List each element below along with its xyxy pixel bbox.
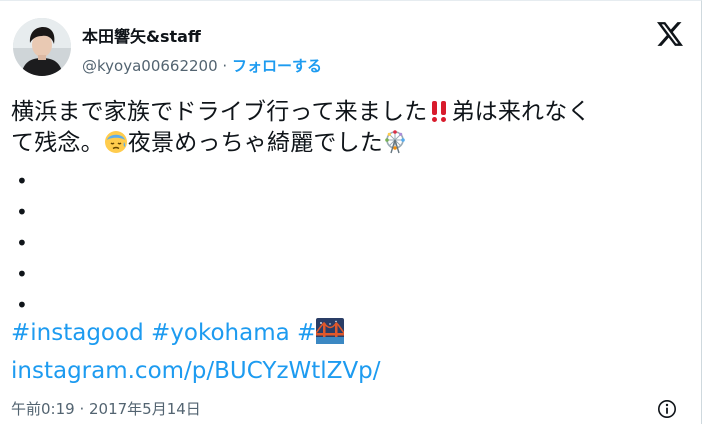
bullet-item: • (16, 200, 28, 224)
bullet-item: • (16, 262, 28, 286)
tweet-line2-text: て残念。 (11, 130, 104, 156)
bridge-at-night-emoji (316, 318, 345, 344)
tweet-line2-continued: 夜景めっちゃ綺麗でした (127, 130, 384, 156)
tweet-card: 本田響矢&staff @kyoya00662200 · フォローする 横浜まで家… (0, 0, 702, 424)
tweet-timestamp[interactable]: 午前0:19 · 2017年5月14日 (11, 399, 201, 419)
author-handle-line: @kyoya00662200 · フォローする (82, 56, 322, 76)
tweet-line1-continued: 弟は来れなく (451, 99, 591, 125)
follow-button[interactable]: フォローする (232, 57, 322, 75)
bullet-list: • • • • • (16, 166, 56, 321)
disappointed-relieved-face-emoji (104, 131, 127, 153)
author-display-name[interactable]: 本田響矢&staff (82, 27, 201, 47)
hashtag-instagood[interactable]: #instagood (11, 320, 144, 346)
author-handle[interactable]: @kyoya00662200 (82, 57, 218, 75)
bullet-item: • (16, 169, 28, 193)
avatar[interactable] (13, 18, 71, 76)
bullet-item: • (16, 293, 28, 317)
hashtag-line: #instagood #yokohama # (11, 318, 345, 349)
ferris-wheel-emoji (385, 130, 405, 154)
tweet-body: 横浜まで家族でドライブ行って来ました 弟は来れなく て残念。 夜景めっちゃ綺麗でした (11, 97, 691, 159)
x-logo-icon[interactable] (657, 22, 683, 46)
double-exclamation-emoji (432, 101, 447, 122)
info-icon[interactable] (657, 399, 677, 419)
hashtag-bridge[interactable]: # (297, 318, 345, 346)
tweet-line1-text: 横浜まで家族でドライブ行って来ました (11, 99, 428, 125)
bullet-item: • (16, 231, 28, 255)
handle-separator: · (217, 57, 232, 75)
instagram-link[interactable]: instagram.com/p/BUCYzWtlZVp/ (11, 356, 381, 387)
hashtag-yokohama[interactable]: #yokohama (151, 320, 290, 346)
hashtag-symbol: # (297, 320, 317, 346)
